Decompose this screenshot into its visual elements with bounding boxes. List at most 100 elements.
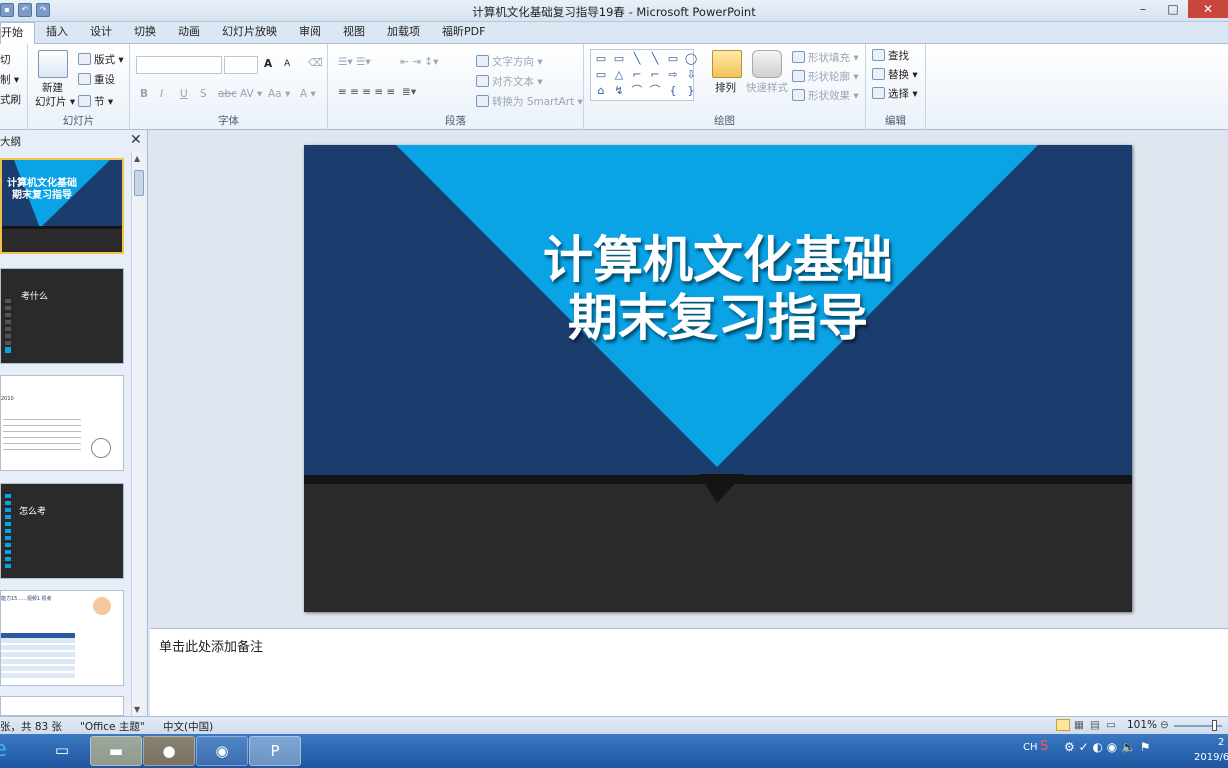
font-color-button[interactable]: A ▾ (300, 88, 316, 100)
shapes-gallery[interactable]: ▭ ▭ ╲ ╲ ▭ ◯ ▭ △ ⌐ ⌐ ⇨ ⇩ ⌂ ↯ ⌒ ⌒ { } (590, 49, 697, 101)
tab-review[interactable]: 审阅 (288, 22, 332, 44)
curve-shape-icon[interactable]: ⌒ (647, 84, 663, 98)
scroll-thumb[interactable] (134, 170, 144, 196)
shadow-button[interactable]: S (200, 88, 207, 100)
powerpoint-icon[interactable]: P (249, 736, 301, 766)
zoom-out-icon[interactable]: ⊖ (1160, 719, 1169, 731)
outline-tab[interactable]: 大纲 (0, 134, 21, 149)
smartart-button[interactable]: 转换为 SmartArt ▾ (476, 94, 583, 109)
new-slide-label[interactable]: 新建 (42, 80, 63, 95)
reading-view-icon[interactable]: ▤ (1090, 719, 1100, 731)
strikethrough-button[interactable]: abc (218, 88, 237, 100)
copy-button[interactable]: 制 ▾ (0, 72, 19, 87)
minimize-button[interactable]: – (1128, 0, 1158, 18)
clear-format-icon[interactable]: ⌫ (308, 57, 323, 69)
right-arrow-shape-icon[interactable]: ⇨ (665, 68, 681, 82)
change-case-button[interactable]: Aa ▾ (268, 88, 290, 100)
tab-view[interactable]: 视图 (332, 22, 376, 44)
tab-design[interactable]: 设计 (79, 22, 123, 44)
zoom-level[interactable]: 101% (1127, 719, 1157, 731)
sogou-icon[interactable]: S (1040, 739, 1048, 754)
notes-pane[interactable]: 单击此处添加备注 (150, 628, 1228, 716)
shape-effects-button[interactable]: 形状效果 ▾ (792, 88, 859, 103)
language[interactable]: 中文(中国) (163, 719, 213, 734)
find-button[interactable]: 查找 (872, 48, 909, 63)
firefox-icon[interactable]: ● (143, 736, 195, 766)
elbow-connector-icon[interactable]: ⌐ (629, 68, 645, 82)
arrow-line-shape-icon[interactable]: ╲ (647, 52, 663, 66)
select-button[interactable]: 选择 ▾ (872, 86, 918, 101)
shape-fill-button[interactable]: 形状填充 ▾ (792, 50, 859, 65)
lightning-shape-icon[interactable]: ↯ (611, 84, 627, 98)
char-spacing-button[interactable]: AV ▾ (240, 88, 262, 100)
shape-outline-button[interactable]: 形状轮廓 ▾ (792, 69, 859, 84)
triangle-shape-icon[interactable]: △ (611, 68, 627, 82)
new-slide-icon[interactable] (38, 50, 68, 78)
explorer-pin-icon[interactable]: ▭ (36, 736, 88, 766)
elbow-arrow-icon[interactable]: ⌐ (647, 68, 663, 82)
grow-font-button[interactable]: A (264, 58, 272, 70)
scroll-down-icon[interactable]: ▼ (134, 705, 140, 714)
theme-name[interactable]: "Office 主题" (80, 719, 145, 734)
arc-shape-icon[interactable]: ⌒ (629, 84, 645, 98)
pane-scrollbar[interactable]: ▲ ▼ (131, 152, 145, 716)
tab-home[interactable]: 开始 (0, 22, 35, 44)
slideshow-view-icon[interactable]: ▭ (1106, 719, 1116, 731)
ie-icon[interactable]: e (0, 736, 20, 766)
maximize-button[interactable]: □ (1158, 0, 1188, 18)
slide-thumbnail-5[interactable]: 能力15......视频1 机考 (0, 590, 124, 686)
down-arrow-shape-icon[interactable]: ⇩ (683, 68, 699, 82)
slide-thumbnail-2[interactable]: 考什么 (0, 268, 124, 364)
arrange-button[interactable]: 排列 (715, 80, 736, 95)
quick-styles-button[interactable]: 快速样式 (746, 80, 788, 95)
tab-transitions[interactable]: 切换 (123, 22, 167, 44)
close-button[interactable]: ✕ (1188, 0, 1228, 18)
rounded-rect-shape-icon[interactable]: ▭ (593, 68, 609, 82)
section-button[interactable]: 节 ▾ (78, 94, 113, 109)
folder-icon[interactable]: ▬ (90, 736, 142, 766)
slide-thumbnail-4[interactable]: 怎么考 (0, 483, 124, 579)
zoom-slider-handle[interactable] (1212, 720, 1217, 731)
pane-close-button[interactable]: ✕ (130, 132, 142, 148)
scroll-up-icon[interactable]: ▲ (134, 154, 140, 163)
bold-button[interactable]: B (140, 88, 148, 100)
obs-icon[interactable]: ◉ (196, 736, 248, 766)
tab-insert[interactable]: 插入 (35, 22, 79, 44)
arrange-icon[interactable] (712, 50, 742, 78)
input-language[interactable]: CH (1023, 742, 1038, 753)
quick-styles-icon[interactable] (752, 50, 782, 78)
tray-icons[interactable]: ⚙ ✓ ◐ ◉ 🔈 ⚑ (1064, 740, 1151, 754)
font-size-combo[interactable] (224, 56, 258, 74)
tab-foxit-pdf[interactable]: 福昕PDF (431, 22, 496, 44)
right-brace-shape-icon[interactable]: } (683, 84, 699, 98)
normal-view-icon[interactable] (1056, 719, 1070, 731)
current-slide[interactable]: 计算机文化基础 期末复习指导 (304, 145, 1132, 612)
new-slide-dropdown[interactable]: 幻灯片 ▾ (35, 94, 75, 109)
oval-shape-icon[interactable]: ◯ (683, 52, 699, 66)
clock-date[interactable]: 2019/6 (1194, 752, 1228, 763)
clock-time[interactable]: 2 (1218, 737, 1224, 748)
replace-button[interactable]: 替换 ▾ (872, 67, 918, 82)
shrink-font-button[interactable]: A (284, 59, 290, 69)
textbox-shape-icon[interactable]: ▭ (611, 52, 627, 66)
align-buttons[interactable]: ≡ ≡ ≡ ≡ ≡ ≣▾ (338, 86, 416, 98)
left-brace-shape-icon[interactable]: { (665, 84, 681, 98)
pentagon-shape-icon[interactable]: ⌂ (593, 84, 609, 98)
indent-icon[interactable]: ⇤ ⇥ ↕▾ (400, 56, 438, 68)
slide-thumbnail-3[interactable]: 2010 (0, 375, 124, 471)
text-direction-button[interactable]: 文字方向 ▾ (476, 54, 543, 69)
rect-shape-icon[interactable]: ▭ (665, 52, 681, 66)
underline-button[interactable]: U (180, 88, 188, 100)
tab-addins[interactable]: 加载项 (376, 22, 431, 44)
notes-placeholder[interactable]: 单击此处添加备注 (159, 636, 263, 655)
tab-animations[interactable]: 动画 (167, 22, 211, 44)
slide-title[interactable]: 计算机文化基础 期末复习指导 (304, 231, 1132, 347)
sorter-view-icon[interactable]: ▦ (1074, 719, 1084, 731)
font-name-combo[interactable] (136, 56, 222, 74)
slide-thumbnail-6[interactable] (0, 696, 124, 716)
rectangle-shape-icon[interactable]: ▭ (593, 52, 609, 66)
cut-button[interactable]: 切 (0, 52, 11, 67)
layout-button[interactable]: 版式 ▾ (78, 52, 124, 67)
line-shape-icon[interactable]: ╲ (629, 52, 645, 66)
reset-button[interactable]: 重设 (78, 72, 115, 87)
